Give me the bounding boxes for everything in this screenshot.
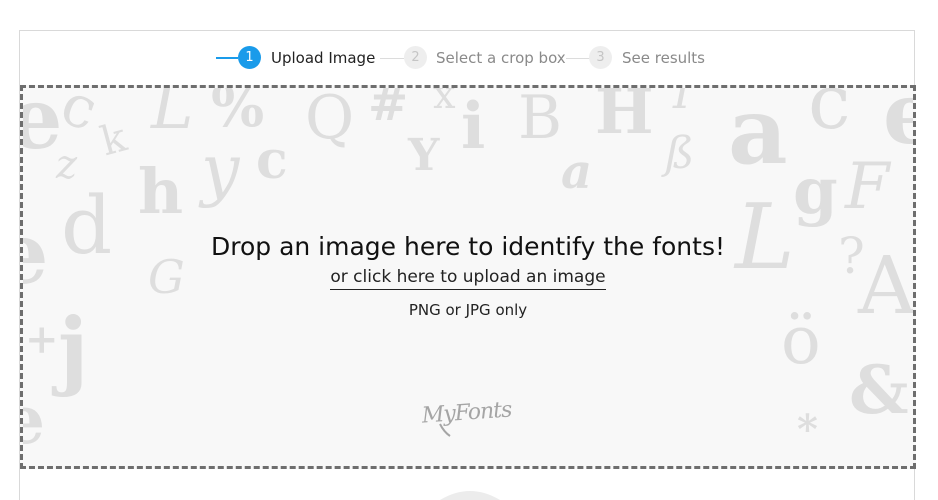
svg-text:I: I [672, 88, 692, 119]
svg-text:a: a [561, 144, 592, 200]
myfonts-logo: MyFonts [420, 397, 513, 437]
step-connector [216, 57, 238, 59]
step-1-number: 1 [238, 46, 261, 69]
svg-text:B: B [518, 88, 562, 153]
svg-text:c: c [256, 130, 288, 191]
svg-text:e: e [883, 88, 913, 163]
step-3-number: 3 [589, 46, 612, 69]
svg-text:e: e [23, 88, 62, 168]
svg-text:H: H [595, 88, 654, 148]
svg-text:F: F [844, 150, 892, 224]
svg-text:z: z [55, 142, 78, 188]
decorative-glyph-fragment [440, 491, 500, 500]
logo-text: MyFonts [420, 397, 513, 428]
step-3-label: See results [622, 49, 705, 67]
file-type-note: PNG or JPG only [408, 301, 528, 319]
svg-text:*: * [797, 406, 818, 453]
step-progress: 1 Upload Image 2 Select a crop box 3 See… [20, 31, 914, 85]
image-drop-zone[interactable]: e c k L % Q # x i B H I a c e z d h y c [20, 85, 916, 469]
svg-text:&: & [849, 351, 909, 429]
svg-text:k: k [96, 114, 132, 165]
step-2-number: 2 [404, 46, 427, 69]
svg-text:Y: Y [407, 130, 440, 181]
svg-text:#: # [368, 88, 408, 132]
step-connector [566, 58, 590, 59]
svg-text:y: y [198, 131, 241, 210]
svg-text:ß: ß [661, 128, 694, 179]
svg-text:c: c [53, 88, 107, 144]
svg-text:e: e [23, 381, 45, 459]
svg-text:+: + [25, 316, 59, 363]
svg-text:h: h [138, 155, 183, 228]
step-connector [380, 58, 404, 59]
svg-text:g: g [793, 154, 838, 229]
step-1-label: Upload Image [271, 49, 376, 67]
svg-text:x: x [433, 88, 456, 118]
svg-text:Q: Q [305, 88, 354, 153]
svg-text:i: i [461, 89, 485, 164]
svg-text:a: a [728, 88, 788, 185]
svg-text:L: L [150, 88, 194, 144]
step-2-label: Select a crop box [436, 49, 566, 67]
font-identifier-panel: 1 Upload Image 2 Select a crop box 3 See… [19, 30, 916, 500]
upload-image-link[interactable]: or click here to upload an image [330, 265, 606, 290]
drop-instruction: Drop an image here to identify the fonts… [210, 232, 725, 261]
svg-text:c: c [808, 88, 851, 146]
svg-text:%: % [211, 88, 264, 140]
